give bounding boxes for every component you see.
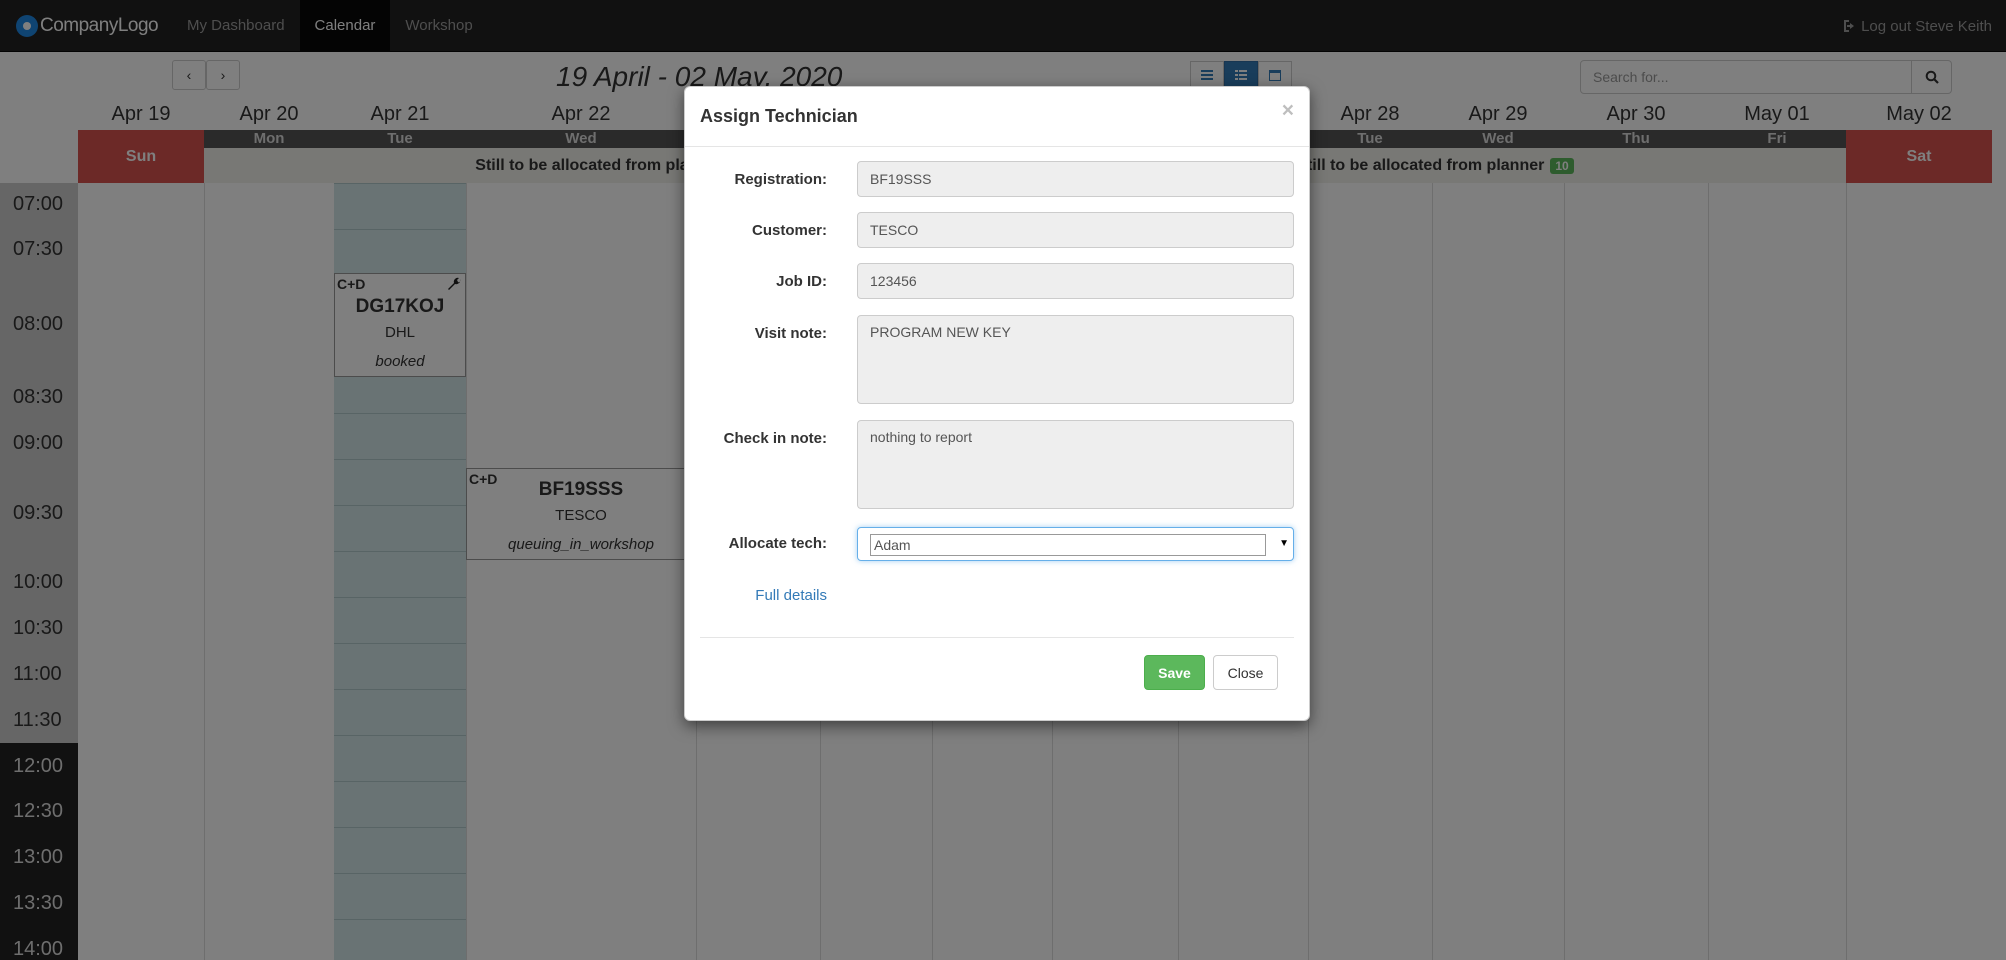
job-id-label: Job ID: <box>776 273 827 290</box>
customer-label: Customer: <box>751 222 827 239</box>
job-id-field[interactable] <box>857 263 1294 299</box>
visit-note-label: Visit note: <box>754 325 827 342</box>
allocate-tech-select[interactable]: Adam ▼ <box>857 527 1294 561</box>
close-button[interactable]: Close <box>1213 655 1278 690</box>
customer-field[interactable] <box>857 212 1294 248</box>
visit-note-field[interactable] <box>857 315 1294 404</box>
allocate-tech-value: Adam <box>870 534 1266 556</box>
full-details-link[interactable]: Full details <box>755 587 827 604</box>
registration-field[interactable] <box>857 161 1294 197</box>
registration-label: Registration: <box>734 171 827 188</box>
check-in-note-label: Check in note: <box>723 430 827 447</box>
modal-title: Assign Technician <box>700 106 858 126</box>
modal-header: Assign Technician × <box>685 87 1309 147</box>
save-button[interactable]: Save <box>1144 655 1205 690</box>
check-in-note-field[interactable] <box>857 420 1294 509</box>
caret-down-icon: ▼ <box>1279 538 1289 549</box>
close-icon[interactable]: × <box>1282 99 1294 123</box>
assign-technician-modal: Assign Technician × Registration: Custom… <box>684 86 1310 721</box>
allocate-tech-label: Allocate tech: <box>728 535 827 552</box>
modal-footer-divider <box>700 637 1294 638</box>
